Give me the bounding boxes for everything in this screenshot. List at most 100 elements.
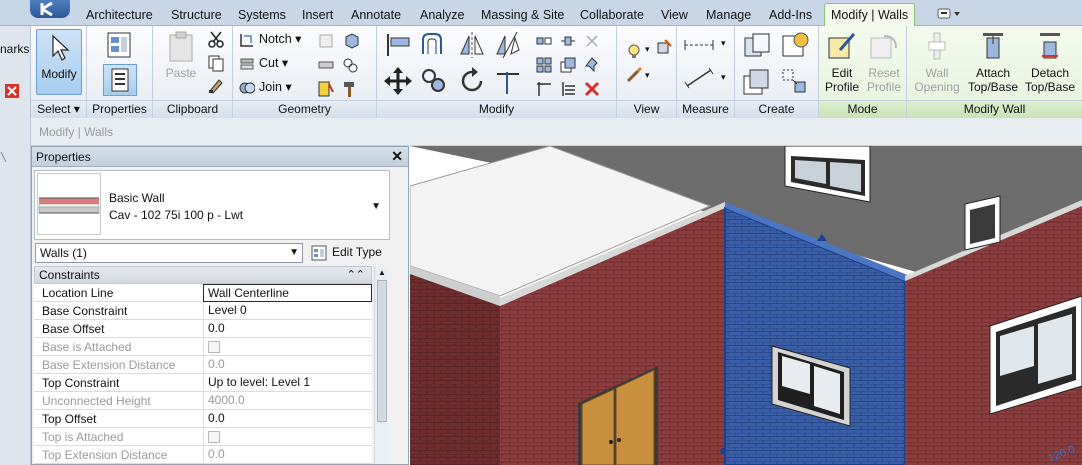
panel-select-label[interactable]: Select ▾	[31, 100, 86, 118]
wall-joins-icon[interactable]	[317, 32, 335, 50]
wall-opening-icon	[921, 30, 953, 62]
property-value[interactable]: 0.0	[203, 320, 372, 338]
match-properties-icon[interactable]	[207, 76, 225, 94]
tab-annotate[interactable]: Annotate	[351, 6, 401, 26]
panel-geometry: Notch ▾ Cut ▾ Join ▾ Geometry	[233, 26, 377, 118]
copy-element-icon[interactable]	[419, 66, 449, 96]
override-graphics-icon[interactable]	[655, 38, 673, 56]
trim-extend-multiple-icon[interactable]	[559, 80, 577, 98]
instance-filter-select[interactable]: Walls (1) ▼	[35, 243, 303, 263]
tab-insert[interactable]: Insert	[302, 6, 333, 26]
array-icon[interactable]	[535, 56, 553, 74]
align-icon[interactable]	[383, 30, 413, 60]
view-dropdown-icon[interactable]: ▾	[645, 44, 650, 55]
measure-dropdown-icon[interactable]: ▾	[721, 38, 726, 49]
table-row[interactable]: Top Constraint Up to level: Level 1	[34, 374, 372, 392]
group-name: Constraints	[39, 268, 100, 282]
tab-structure[interactable]: Structure	[171, 6, 222, 26]
building-model-view[interactable]: 120.0	[410, 146, 1082, 465]
property-value[interactable]: 0.0	[203, 410, 372, 428]
delete-icon[interactable]	[583, 80, 601, 98]
detach-top-base-button[interactable]: Detach Top/Base	[1021, 30, 1079, 94]
split-face-icon[interactable]	[343, 32, 361, 50]
scale-icon[interactable]	[559, 56, 577, 74]
table-row[interactable]: Location Line Wall Centerline	[34, 284, 372, 302]
aligned-dimension-icon[interactable]	[683, 66, 719, 90]
table-row[interactable]: Top Offset 0.0	[34, 410, 372, 428]
properties-scrollbar[interactable]: ▲	[374, 266, 388, 464]
tab-modify-walls[interactable]: Modify | Walls	[824, 3, 916, 27]
unpin-icon[interactable]	[583, 32, 601, 50]
scrollbar-thumb[interactable]	[377, 280, 387, 422]
create-group-icon[interactable]	[741, 66, 773, 98]
scroll-up-icon[interactable]: ▲	[378, 268, 386, 277]
edit-type-button[interactable]: Edit Type	[308, 243, 404, 263]
property-name: Base Constraint	[42, 304, 128, 318]
rotate-icon[interactable]	[457, 66, 487, 96]
edit-profile-button[interactable]: Edit Profile	[821, 30, 863, 94]
copy-icon[interactable]	[207, 54, 225, 72]
hammer-icon[interactable]	[341, 80, 359, 98]
paint-icon[interactable]	[317, 80, 335, 98]
view-linework-dropdown-icon[interactable]: ▾	[645, 70, 650, 81]
create-assembly-icon[interactable]	[741, 30, 773, 62]
properties-palette-icon[interactable]	[103, 64, 137, 96]
property-value: 0.0	[203, 356, 372, 374]
pin-icon[interactable]	[583, 56, 601, 74]
move-icon[interactable]	[383, 66, 413, 96]
3d-viewport[interactable]: 120.0	[410, 146, 1082, 465]
tab-manage[interactable]: Manage	[706, 6, 751, 26]
table-row[interactable]: Base Offset 0.0	[34, 320, 372, 338]
close-icon[interactable]: ✕	[391, 148, 403, 165]
trim-extend-single-icon[interactable]	[535, 80, 553, 98]
create-parts-icon[interactable]	[779, 30, 811, 62]
close-red-icon[interactable]	[2, 80, 28, 106]
property-value[interactable]: Level 0	[203, 302, 372, 320]
collapse-icon[interactable]: ⌃⌃	[347, 268, 365, 281]
tab-collaborate[interactable]: Collaborate	[580, 6, 644, 26]
table-row[interactable]: Base Constraint Level 0	[34, 302, 372, 320]
property-value[interactable]: Wall Centerline	[203, 284, 372, 302]
paste-button[interactable]: Paste	[161, 30, 201, 80]
modify-button[interactable]: Modify	[36, 29, 82, 95]
instance-filter-value: Walls (1)	[40, 246, 87, 260]
mirror-draw-axis-icon[interactable]	[493, 30, 523, 60]
tab-massing-site[interactable]: Massing & Site	[481, 6, 564, 26]
cut-scissors-icon[interactable]	[207, 30, 225, 48]
properties-title-bar[interactable]: Properties ✕	[32, 147, 408, 167]
panel-clipboard-label: Clipboard	[153, 100, 232, 118]
wall-end-grip-icon[interactable]	[720, 448, 726, 454]
offset-icon[interactable]	[419, 30, 449, 60]
tab-architecture[interactable]: Architecture	[86, 6, 153, 26]
type-dropdown-icon[interactable]: ▼	[371, 201, 381, 212]
split-element-icon[interactable]	[559, 32, 577, 50]
ribbon-minimize-icon[interactable]	[937, 8, 963, 20]
move-small-icon[interactable]	[535, 32, 553, 50]
reset-profile-button[interactable]: Reset Profile	[863, 30, 905, 94]
trim-extend-corner-icon[interactable]	[493, 66, 523, 96]
tab-systems[interactable]: Systems	[238, 6, 286, 26]
cut-geometry-button[interactable]: Cut ▾	[239, 52, 288, 74]
panel-view-label: View	[617, 100, 676, 118]
measure-between-references-icon[interactable]	[683, 36, 719, 54]
linework-brush-icon[interactable]	[625, 66, 643, 84]
mirror-pick-axis-icon[interactable]	[457, 30, 487, 60]
demolish-icon[interactable]	[317, 56, 335, 74]
tab-view[interactable]: View	[661, 6, 688, 26]
group-header-constraints[interactable]: Constraints ⌃⌃	[34, 266, 372, 284]
type-properties-icon[interactable]	[105, 30, 135, 60]
tab-analyze[interactable]: Analyze	[420, 6, 464, 26]
join-button[interactable]: Join ▾	[239, 76, 292, 98]
type-selector[interactable]: Basic Wall Cav - 102 75i 100 p - Lwt ▼	[34, 170, 390, 240]
dimension-dropdown-icon[interactable]: ▾	[721, 72, 726, 83]
wall-opening-button[interactable]: Wall Opening	[909, 30, 965, 94]
hide-in-view-icon[interactable]	[625, 42, 643, 60]
notch-icon	[239, 32, 255, 48]
application-menu-button[interactable]	[30, 0, 70, 18]
attach-top-base-button[interactable]: Attach Top/Base	[965, 30, 1021, 94]
create-similar-icon[interactable]	[779, 66, 811, 98]
notch-button[interactable]: Notch ▾	[239, 28, 301, 50]
pick-new-host-icon[interactable]	[341, 56, 359, 74]
property-value[interactable]: Up to level: Level 1	[203, 374, 372, 392]
tab-add-ins[interactable]: Add-Ins	[769, 6, 812, 26]
